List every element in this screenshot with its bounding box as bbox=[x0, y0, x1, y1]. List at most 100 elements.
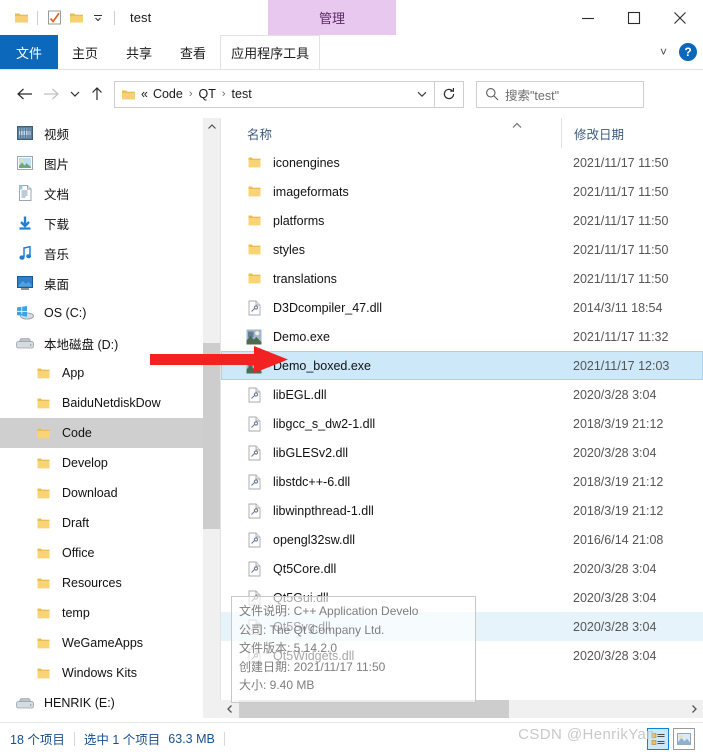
table-row[interactable]: styles 2021/11/17 11:50 bbox=[221, 235, 703, 264]
file-modified-date: 2020/3/28 3:04 bbox=[573, 590, 657, 605]
breadcrumb-item-test[interactable]: test bbox=[230, 87, 254, 101]
file-name: libstdc++-6.dll bbox=[273, 474, 351, 489]
dll-icon bbox=[243, 300, 265, 316]
recent-locations-button[interactable] bbox=[64, 79, 86, 109]
table-row[interactable]: translations 2021/11/17 11:50 bbox=[221, 264, 703, 293]
table-row[interactable]: libstdc++-6.dll 2018/3/19 21:12 bbox=[221, 467, 703, 496]
maximize-button[interactable] bbox=[611, 0, 657, 35]
tooltip-line-created: 创建日期: 2021/11/17 11:50 bbox=[239, 659, 386, 674]
table-row[interactable]: iconengines 2021/11/17 11:50 bbox=[221, 148, 703, 177]
table-row[interactable]: libGLESv2.dll 2020/3/28 3:04 bbox=[221, 438, 703, 467]
sidebar-item-windows-kits[interactable]: Windows Kits bbox=[0, 658, 203, 688]
tooltip-line-version: 文件版本: 5.14.2.0 bbox=[239, 641, 338, 655]
downloads-icon bbox=[14, 216, 36, 231]
up-button[interactable] bbox=[86, 79, 108, 109]
sidebar-item-[interactable]: 图片 bbox=[0, 148, 203, 178]
status-divider-2 bbox=[223, 731, 225, 746]
tab-application-tools[interactable]: 应用程序工具 bbox=[220, 35, 321, 69]
chevron-down-icon[interactable] bbox=[410, 82, 434, 107]
sort-ascending-icon bbox=[511, 122, 523, 133]
table-row[interactable]: opengl32sw.dll 2016/6/14 21:08 bbox=[221, 525, 703, 554]
table-row[interactable]: Demo.exe 2021/11/17 11:32 bbox=[221, 322, 703, 351]
ribbon-tab-bar: 文件 主页 共享 查看 应用程序工具 ˅ ? bbox=[0, 35, 703, 69]
dll-icon bbox=[243, 561, 265, 577]
tab-home[interactable]: 主页 bbox=[58, 35, 112, 69]
folder-icon bbox=[32, 547, 54, 560]
close-button[interactable] bbox=[657, 0, 703, 35]
sidebar-item-label: WeGameApps bbox=[62, 636, 144, 650]
sidebar-item-label: 图片 bbox=[44, 157, 70, 172]
folder-icon bbox=[243, 272, 265, 285]
sidebar-item-[interactable]: 下载 bbox=[0, 208, 203, 238]
folder-icon bbox=[32, 427, 54, 440]
table-row[interactable]: D3Dcompiler_47.dll 2014/3/11 18:54 bbox=[221, 293, 703, 322]
table-row[interactable]: libgcc_s_dw2-1.dll 2018/3/19 21:12 bbox=[221, 409, 703, 438]
minimize-button[interactable] bbox=[565, 0, 611, 35]
properties-icon[interactable] bbox=[43, 7, 65, 29]
file-name: iconengines bbox=[273, 155, 340, 170]
sidebar-item-[interactable]: 文档 bbox=[0, 178, 203, 208]
sidebar-item-os-c[interactable]: OS (C:) bbox=[0, 298, 203, 328]
qat-divider-2 bbox=[114, 10, 115, 25]
sidebar-item-baidunetdiskdow[interactable]: BaiduNetdiskDow bbox=[0, 388, 203, 418]
sidebar-item-label: 本地磁盘 (D:) bbox=[44, 337, 119, 352]
scroll-left-icon[interactable] bbox=[221, 700, 239, 718]
sidebar-item-resources[interactable]: Resources bbox=[0, 568, 203, 598]
new-folder-icon[interactable] bbox=[65, 7, 87, 29]
address-bar[interactable]: « Code › QT › test bbox=[114, 80, 435, 108]
chevron-down-icon[interactable]: ˅ bbox=[656, 45, 671, 59]
table-row[interactable]: libwinpthread-1.dll 2018/3/19 21:12 bbox=[221, 496, 703, 525]
sidebar-item-app[interactable]: App bbox=[0, 358, 203, 388]
column-header-date[interactable]: 修改日期 bbox=[561, 118, 624, 148]
sidebar-item-code[interactable]: Code bbox=[0, 418, 203, 448]
file-list-horizontal-scrollbar[interactable] bbox=[221, 700, 703, 718]
folder-icon[interactable] bbox=[10, 7, 32, 29]
breadcrumb-item-qt[interactable]: QT bbox=[197, 87, 218, 101]
breadcrumb-separator-1[interactable]: › bbox=[185, 88, 197, 100]
sidebar-item-[interactable]: 视频 bbox=[0, 118, 203, 148]
table-row[interactable]: platforms 2021/11/17 11:50 bbox=[221, 206, 703, 235]
folder-icon bbox=[32, 367, 54, 380]
sidebar-item-label: Resources bbox=[62, 576, 122, 590]
sidebar-item-temp[interactable]: temp bbox=[0, 598, 203, 628]
scroll-up-icon[interactable] bbox=[203, 118, 220, 135]
folder-icon bbox=[32, 397, 54, 410]
sidebar-item-wegameapps[interactable]: WeGameApps bbox=[0, 628, 203, 658]
file-modified-date: 2020/3/28 3:04 bbox=[573, 648, 657, 663]
tab-view[interactable]: 查看 bbox=[166, 35, 220, 69]
refresh-button[interactable] bbox=[435, 80, 464, 108]
table-row[interactable]: Qt5Core.dll 2020/3/28 3:04 bbox=[221, 554, 703, 583]
file-modified-date: 2018/3/19 21:12 bbox=[573, 474, 664, 489]
sidebar-item-[interactable]: 桌面 bbox=[0, 268, 203, 298]
folder-icon bbox=[32, 637, 54, 650]
navigation-pane-scrollbar[interactable] bbox=[203, 118, 220, 718]
tab-share[interactable]: 共享 bbox=[112, 35, 166, 69]
breadcrumb-item-code[interactable]: Code bbox=[151, 87, 185, 101]
sidebar-item-office[interactable]: Office bbox=[0, 538, 203, 568]
column-header-name[interactable]: 名称 bbox=[247, 118, 272, 148]
search-input[interactable]: 搜索"test" bbox=[505, 85, 559, 104]
sidebar-item-[interactable]: 音乐 bbox=[0, 238, 203, 268]
forward-button[interactable] bbox=[38, 79, 64, 109]
scroll-thumb-horizontal[interactable] bbox=[239, 700, 509, 718]
search-box[interactable]: 搜索"test" bbox=[476, 80, 644, 108]
table-row[interactable]: Demo_boxed.exe 2021/11/17 12:03 bbox=[221, 351, 703, 380]
help-icon[interactable]: ? bbox=[679, 43, 697, 61]
ribbon-right-controls: ˅ ? bbox=[656, 35, 697, 69]
breadcrumb-separator-2[interactable]: › bbox=[218, 88, 230, 100]
scroll-right-icon[interactable] bbox=[685, 700, 703, 718]
large-icons-view-button[interactable] bbox=[673, 727, 695, 750]
sidebar-item-d[interactable]: 本地磁盘 (D:) bbox=[0, 328, 203, 358]
tab-file[interactable]: 文件 bbox=[0, 35, 59, 69]
tooltip-line-description: 文件说明: C++ Application Develo bbox=[239, 604, 419, 618]
scroll-thumb[interactable] bbox=[203, 343, 220, 529]
back-button[interactable] bbox=[12, 79, 38, 109]
table-row[interactable]: imageformats 2021/11/17 11:50 bbox=[221, 177, 703, 206]
sidebar-item-henrik-e[interactable]: HENRIK (E:) bbox=[0, 688, 203, 718]
table-row[interactable]: libEGL.dll 2020/3/28 3:04 bbox=[221, 380, 703, 409]
sidebar-item-develop[interactable]: Develop bbox=[0, 448, 203, 478]
sidebar-item-draft[interactable]: Draft bbox=[0, 508, 203, 538]
sidebar-item-download[interactable]: Download bbox=[0, 478, 203, 508]
breadcrumb-overflow[interactable]: « bbox=[140, 87, 151, 101]
chevron-down-icon[interactable] bbox=[87, 7, 109, 29]
